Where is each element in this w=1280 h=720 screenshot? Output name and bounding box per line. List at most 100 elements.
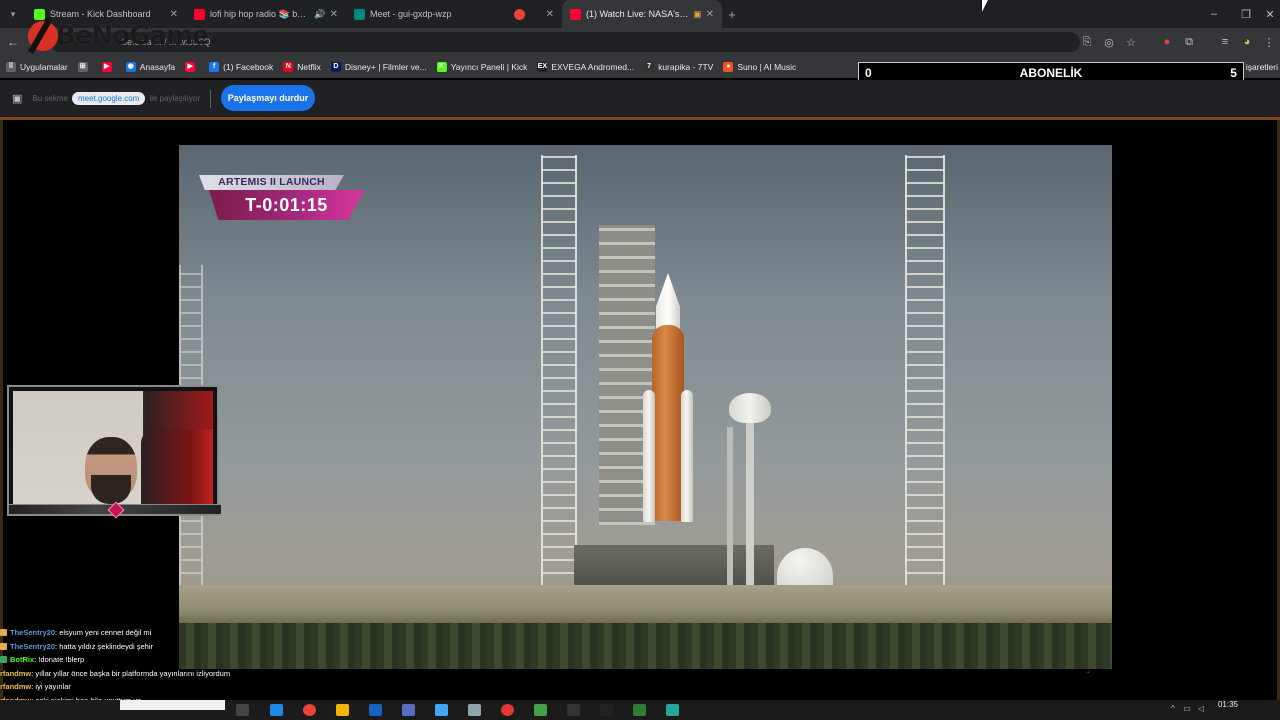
chat-message: TheSentry20: elsyum yeni cennet değil mi xyxy=(0,626,260,640)
bookmark-favicon-icon: ● xyxy=(723,62,734,72)
app-icon[interactable] xyxy=(402,704,415,716)
chat-username: rfandmw xyxy=(0,682,32,691)
chrome-icon[interactable] xyxy=(303,704,316,716)
orion-capsule xyxy=(656,273,680,329)
channel-logo-text: BeNoGame xyxy=(56,21,210,51)
chat-message: rfandmw: iyi yayınlar xyxy=(0,680,260,694)
bookmark-item[interactable]: ◉ Anasayfa xyxy=(125,62,175,72)
bookmark-favicon-icon: ⊞ xyxy=(77,62,88,72)
reading-list-icon[interactable]: ≡ xyxy=(1214,36,1236,48)
tab-lofi[interactable]: lofi hip hop radio 📚 beats 🔊 ✕ xyxy=(186,0,346,28)
srb-left xyxy=(643,390,655,522)
edge-icon[interactable] xyxy=(270,704,283,716)
chat-badge-icon xyxy=(0,629,7,636)
sub-goal-title: ABONELİK xyxy=(1019,65,1083,80)
chevron-up-icon[interactable]: ^ xyxy=(1166,704,1180,713)
xbox-icon[interactable] xyxy=(534,704,547,716)
share-domain: meet.google.com xyxy=(71,92,146,105)
bookmark-favicon-icon: 7 xyxy=(644,62,655,72)
tab-search-icon[interactable]: ▾ xyxy=(0,0,26,28)
menu-icon[interactable]: ⋮ xyxy=(1258,36,1280,49)
chat-username: TheSentry20 xyxy=(10,641,56,651)
back-icon[interactable]: ← xyxy=(0,35,26,49)
chat-text: : yıllar yıllar önce başka bir platformd… xyxy=(31,668,231,678)
speaker-icon[interactable]: 🔊 xyxy=(314,9,325,20)
chat-badge-icon xyxy=(0,642,7,650)
webcam-overlay xyxy=(7,385,221,519)
taskbar-search[interactable] xyxy=(120,700,225,710)
tab-nasa-artemis[interactable]: (1) Watch Live: NASA's Arte ▣ ✕ xyxy=(562,0,722,28)
bookmark-item[interactable]: ⊞ xyxy=(77,62,92,72)
bookmark-item[interactable]: 7 kurapika - 7TV xyxy=(644,62,713,72)
app-icon[interactable] xyxy=(501,704,514,716)
install-icon[interactable]: ⎘ xyxy=(1076,36,1098,49)
water-tower-tank xyxy=(729,393,771,423)
eye-off-icon[interactable]: ◎ xyxy=(1098,36,1120,49)
video-player[interactable]: ARTEMIS II LAUNCH T-0:01:15 xyxy=(179,145,1112,669)
pip-icon: ▣ xyxy=(693,8,702,19)
profile-avatar-icon[interactable]: ◕ xyxy=(1236,36,1258,48)
recording-icon xyxy=(514,8,525,20)
chat-text: : elsyum yeni cennet değil mi xyxy=(55,628,152,637)
sub-count-goal: 5 xyxy=(1230,65,1237,80)
launch-lower-third: ARTEMIS II LAUNCH T-0:01:15 xyxy=(199,175,364,221)
extension-red-icon[interactable]: ● xyxy=(1156,36,1178,48)
bookmark-favicon-icon: ◉ xyxy=(125,62,136,72)
bookmark-label: Uygulamalar xyxy=(20,62,68,72)
dome-building xyxy=(777,548,833,590)
webcam-feed xyxy=(13,391,213,504)
bookmark-favicon-icon: K xyxy=(436,62,447,72)
volume-icon[interactable]: ◁ xyxy=(1194,704,1208,713)
chat-text: : iyi yayınlar xyxy=(31,682,71,691)
bookmark-favicon-icon: N xyxy=(283,62,294,72)
extensions-icon[interactable]: ⧉ xyxy=(1178,36,1200,49)
tab-sharing-bar: ▣ Bu sekme meet.google.com ile paylaşılı… xyxy=(0,80,1280,117)
tab-label: (1) Watch Live: NASA's Arte xyxy=(586,9,690,19)
stop-sharing-button[interactable]: Paylaşmayı durdur xyxy=(221,85,315,111)
system-tray: ^ ▭ ◁ xyxy=(1166,704,1208,713)
restore-button[interactable]: ❐ xyxy=(1230,0,1262,28)
bookmark-item[interactable]: ▶ xyxy=(185,62,199,72)
steam-icon[interactable] xyxy=(600,704,613,716)
file-explorer-icon[interactable] xyxy=(336,704,349,716)
close-window-button[interactable]: ✕ xyxy=(1260,0,1280,28)
app-icon[interactable] xyxy=(435,704,448,716)
close-icon[interactable]: ✕ xyxy=(546,9,554,20)
bookmark-item[interactable]: D Disney+ | Filmler ve... xyxy=(330,62,427,72)
screen: ▾ Stream - Kick Dashboard ✕ lofi hip hop… xyxy=(0,0,1280,720)
bookmark-label: Yayıncı Paneli | Kick xyxy=(450,62,528,72)
new-tab-button[interactable]: + xyxy=(722,7,742,22)
divider xyxy=(210,89,212,108)
bookmark-item[interactable]: ⠿ Uygulamalar xyxy=(6,62,68,72)
chat-message: TheSentry20: hatta yıldız şeklindeydi şe… xyxy=(0,640,260,654)
bookmark-item[interactable]: f (1) Facebook xyxy=(209,62,273,72)
bookmark-item[interactable]: EX EXVEGA Andromed... xyxy=(537,62,634,72)
close-icon[interactable]: ✕ xyxy=(330,9,338,20)
chat-message: BotRix: !donate !blerp xyxy=(0,653,260,667)
tab-label: lofi hip hop radio 📚 beats xyxy=(210,8,311,19)
app-icon[interactable] xyxy=(633,704,646,716)
channel-logo: BeNoGame xyxy=(28,18,210,54)
taskbar-clock[interactable]: 01:35 xyxy=(1218,700,1238,709)
bookmark-item[interactable]: ▶ xyxy=(101,62,116,72)
bookmark-label: Disney+ | Filmler ve... xyxy=(344,62,427,72)
app-icon[interactable] xyxy=(666,704,679,716)
bookmark-star-icon[interactable]: ☆ xyxy=(1120,36,1142,49)
close-icon[interactable]: ✕ xyxy=(706,9,714,20)
chat-username: BotRix xyxy=(10,655,35,664)
app-icon[interactable] xyxy=(468,704,481,716)
tab-recording[interactable]: ✕ xyxy=(506,0,562,28)
task-view-icon[interactable] xyxy=(236,704,249,716)
logo-mark-icon xyxy=(28,21,58,51)
minimize-button[interactable]: – xyxy=(1198,0,1230,28)
youtube-icon xyxy=(570,8,581,20)
bookmark-item[interactable]: K Yayıncı Paneli | Kick xyxy=(436,62,528,72)
water-tower-leg xyxy=(746,421,754,593)
bookmark-item[interactable]: N Netflix xyxy=(283,62,321,72)
bookmark-label: (1) Facebook xyxy=(223,62,274,72)
app-icon[interactable] xyxy=(567,704,580,716)
tab-google-meet[interactable]: Meet - gui-gxdp-wzp xyxy=(346,0,506,28)
network-icon[interactable]: ▭ xyxy=(1180,704,1194,713)
bookmark-item[interactable]: ● Suno | AI Music xyxy=(723,62,796,72)
app-icon[interactable] xyxy=(369,704,382,716)
